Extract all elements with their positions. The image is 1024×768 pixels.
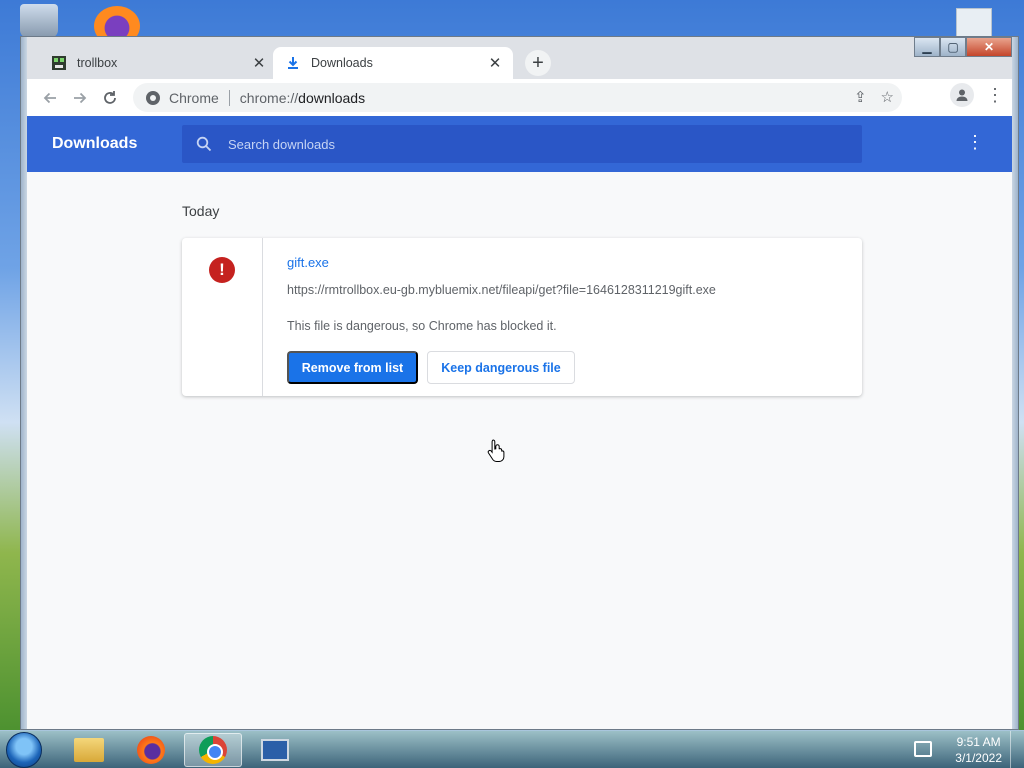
- downloads-header: Downloads ⋮: [27, 116, 1012, 172]
- browser-toolbar: Chrome chrome://downloads ⇪ ☆ ⋮: [27, 79, 1012, 116]
- danger-warning-text: This file is dangerous, so Chrome has bl…: [287, 319, 557, 333]
- keep-dangerous-file-button[interactable]: Keep dangerous file: [427, 351, 575, 384]
- taskbar-remote-desktop-button[interactable]: [246, 733, 304, 767]
- window-frame-right: [1012, 37, 1018, 729]
- file-source-url[interactable]: https://rmtrollbox.eu-gb.mybluemix.net/f…: [287, 283, 716, 297]
- omnibox-url[interactable]: chrome://downloads: [240, 90, 365, 106]
- download-item-icon-column: !: [182, 238, 263, 396]
- reload-button[interactable]: [95, 83, 125, 113]
- show-desktop-button[interactable]: [1010, 731, 1024, 768]
- taskbar-explorer-button[interactable]: [60, 733, 118, 767]
- tab-close-icon[interactable]: ✕: [249, 53, 269, 73]
- tab-strip: trollbox ✕ Downloads ✕ +: [27, 37, 1012, 79]
- share-icon[interactable]: ⇪: [854, 88, 867, 106]
- omnibox-chip-label: Chrome: [169, 89, 219, 106]
- file-name-link[interactable]: gift.exe: [287, 255, 329, 270]
- omnibox-separator: [228, 89, 230, 106]
- folder-icon: [74, 738, 104, 762]
- taskbar-firefox-button[interactable]: [122, 733, 180, 767]
- start-button[interactable]: [6, 732, 42, 768]
- hand-cursor-icon: [487, 439, 505, 462]
- remove-from-list-button[interactable]: Remove from list: [287, 351, 418, 384]
- back-arrow-icon: [43, 92, 56, 103]
- reload-icon: [104, 90, 116, 104]
- chrome-icon: [199, 736, 227, 764]
- monitor-icon: [261, 739, 289, 761]
- forward-button[interactable]: [65, 83, 95, 113]
- trollbox-favicon-icon: [51, 55, 67, 71]
- forward-arrow-icon: [74, 92, 87, 103]
- download-icon: [285, 55, 301, 71]
- profile-avatar-button[interactable]: [950, 83, 974, 107]
- recycle-bin-icon[interactable]: [20, 4, 58, 38]
- back-button[interactable]: [35, 83, 65, 113]
- chrome-logo-icon: [146, 90, 160, 105]
- system-clock[interactable]: 9:51 AM 3/1/2022: [955, 734, 1002, 766]
- taskbar-chrome-button[interactable]: [184, 733, 242, 767]
- clock-time: 9:51 AM: [956, 735, 1001, 749]
- bookmark-star-icon[interactable]: ☆: [881, 88, 894, 106]
- url-host: downloads: [298, 89, 366, 106]
- chrome-menu-icon[interactable]: ⋮: [986, 85, 1004, 106]
- person-icon: [956, 89, 968, 101]
- date-section-heading: Today: [182, 203, 220, 219]
- close-window-button[interactable]: ✕: [966, 37, 1012, 57]
- network-tray-icon[interactable]: [914, 741, 932, 757]
- omnibox[interactable]: Chrome chrome://downloads ⇪ ☆: [133, 83, 902, 112]
- tab-title: Downloads: [311, 56, 373, 70]
- window-controls: ▁ ▢ ✕: [914, 37, 1012, 57]
- maximize-button[interactable]: ▢: [940, 37, 966, 57]
- chrome-window: trollbox ✕ Downloads ✕ + ▁ ▢ ✕ Chrome ch…: [20, 36, 1019, 730]
- tab-title: trollbox: [77, 56, 118, 70]
- clock-date: 3/1/2022: [955, 751, 1002, 765]
- new-tab-button[interactable]: +: [525, 50, 551, 76]
- downloads-page: Downloads ⋮ Today ! gift.exe https://rmt…: [27, 116, 1012, 729]
- page-title: Downloads: [52, 135, 138, 152]
- search-box[interactable]: [182, 125, 862, 163]
- firefox-icon: [137, 736, 165, 764]
- search-icon: [196, 136, 212, 152]
- url-scheme: chrome://: [239, 89, 299, 106]
- tab-close-icon[interactable]: ✕: [485, 53, 505, 73]
- tab-trollbox[interactable]: trollbox ✕: [39, 47, 277, 79]
- downloads-menu-icon[interactable]: ⋮: [966, 132, 984, 153]
- windows-taskbar: 9:51 AM 3/1/2022: [0, 730, 1024, 768]
- download-item: ! gift.exe https://rmtrollbox.eu-gb.mybl…: [182, 238, 862, 396]
- tab-downloads[interactable]: Downloads ✕: [273, 47, 513, 79]
- minimize-button[interactable]: ▁: [914, 37, 940, 57]
- danger-icon: !: [209, 257, 235, 283]
- search-input[interactable]: [228, 136, 862, 152]
